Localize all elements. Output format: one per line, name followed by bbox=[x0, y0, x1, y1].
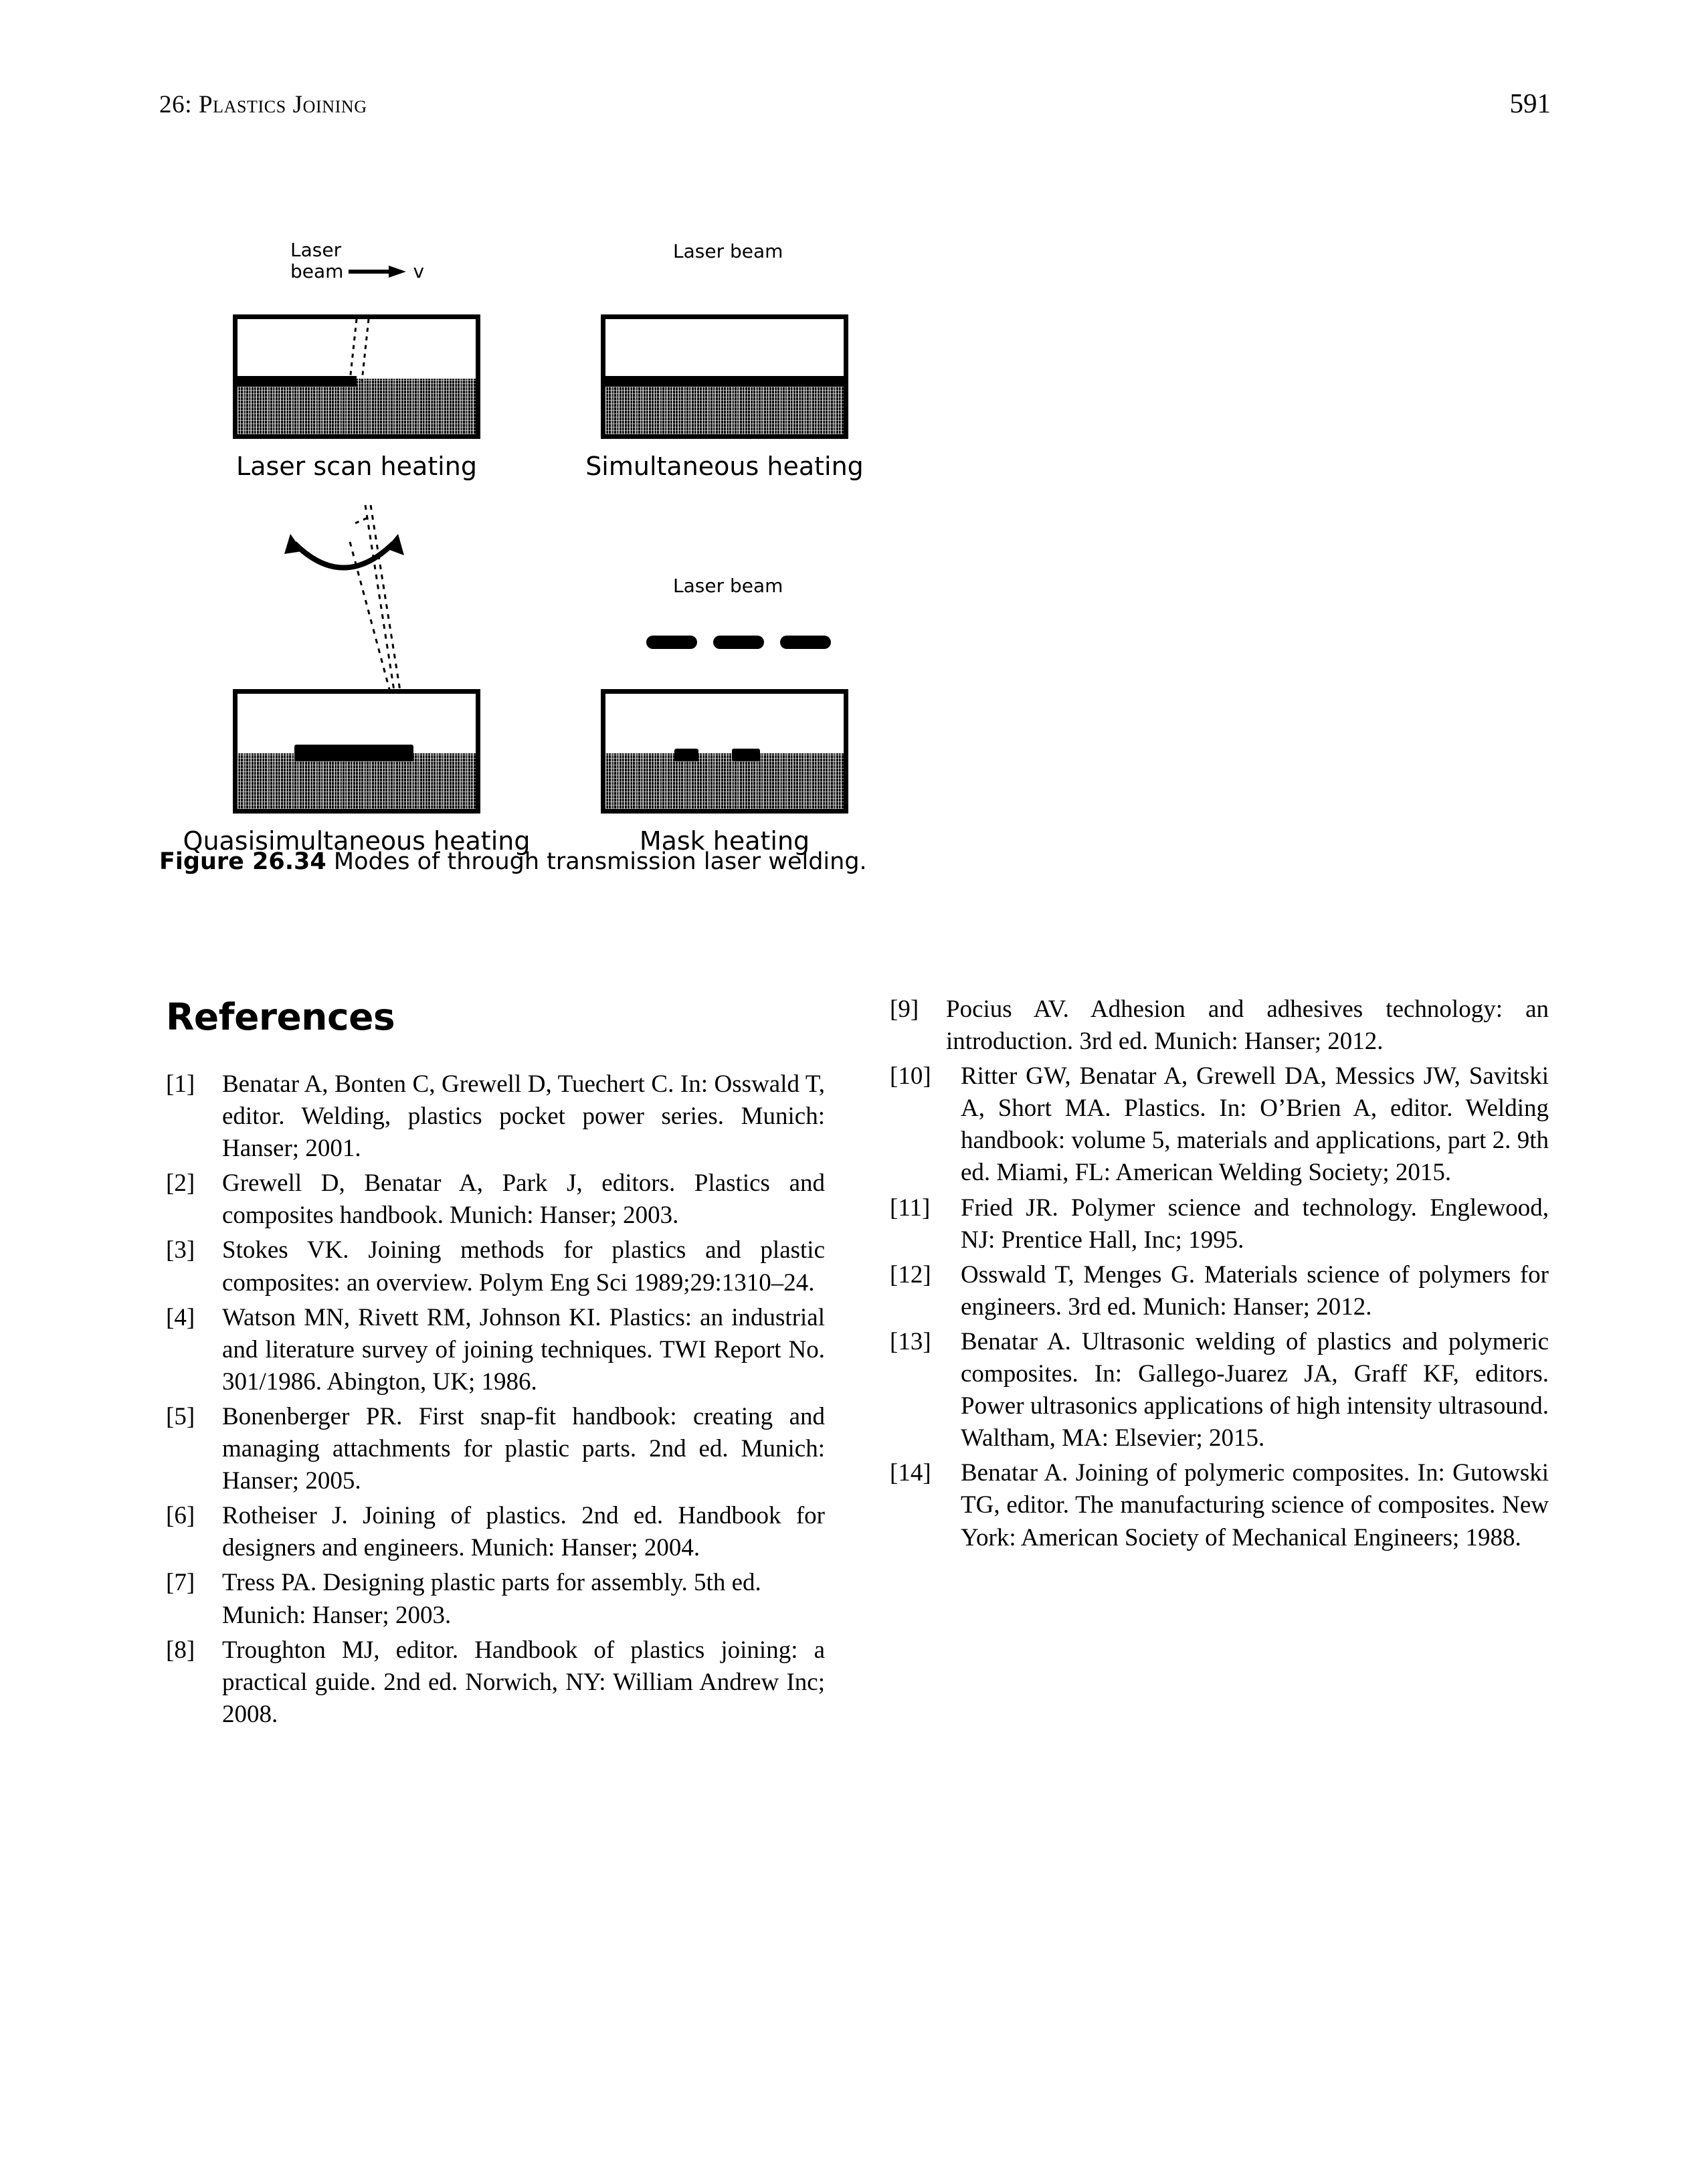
figure-26-34: Laser beam v Laser scan heating Laser be… bbox=[159, 221, 1551, 876]
reference-number: [8] bbox=[166, 1636, 195, 1664]
beam-ray-outer bbox=[364, 504, 397, 700]
reference-number: [4] bbox=[166, 1303, 195, 1331]
weld-spot-1 bbox=[674, 749, 698, 761]
transparent-upper-part-simultaneous bbox=[605, 319, 844, 379]
part-cross-section-simultaneous bbox=[601, 314, 848, 439]
panel-label-simultaneous-heating: Simultaneous heating bbox=[585, 452, 864, 481]
reference-number: [14] bbox=[890, 1459, 931, 1487]
reference-item: [12] Osswald T, Menges G. Materials scie… bbox=[890, 1259, 1549, 1323]
running-head: 26: Plastics Joining 591 bbox=[159, 87, 1551, 124]
reference-text: Benatar A, Bonten C, Grewell D, Tuechert… bbox=[222, 1070, 825, 1163]
reference-number: [6] bbox=[166, 1502, 195, 1530]
mask-bar-1 bbox=[646, 636, 697, 649]
panel-laser-scan-heating: Laser beam v Laser scan heating bbox=[233, 221, 480, 502]
reference-item: [1] Benatar A, Bonten C, Grewell D, Tuec… bbox=[166, 1068, 825, 1165]
running-head-title: 26: Plastics Joining bbox=[159, 90, 367, 119]
reference-text: Rotheiser J. Joining of plastics. 2nd ed… bbox=[222, 1502, 825, 1562]
absorbing-lower-part-quasi bbox=[238, 753, 476, 809]
laser-beam-label-mask: Laser beam bbox=[673, 575, 783, 597]
mask-bar-2 bbox=[713, 636, 764, 649]
reference-item: [3] Stokes VK. Joining methods for plast… bbox=[166, 1234, 825, 1299]
beam-ray-inner bbox=[369, 504, 403, 700]
reference-number: [1] bbox=[166, 1070, 195, 1098]
reference-number: [5] bbox=[166, 1402, 195, 1430]
transparent-upper-part-mask bbox=[605, 694, 844, 754]
reference-text: Grewell D, Benatar A, Park J, editors. P… bbox=[222, 1169, 825, 1230]
reference-text: Pocius AV. Adhesion and adhesives techno… bbox=[946, 995, 1549, 1056]
reference-item: [2] Grewell D, Benatar A, Park J, editor… bbox=[166, 1167, 825, 1232]
references-left-column: [1] Benatar A, Bonten C, Grewell D, Tuec… bbox=[166, 1068, 825, 1733]
page-number: 591 bbox=[1509, 88, 1551, 118]
figure-caption-text: Modes of through transmission laser weld… bbox=[333, 848, 867, 875]
reference-item: [13] Benatar A. Ultrasonic welding of pl… bbox=[890, 1326, 1549, 1454]
reference-item: [8] Troughton MJ, editor. Handbook of pl… bbox=[166, 1634, 825, 1731]
reference-number: [11] bbox=[890, 1194, 931, 1222]
figure-caption: Figure 26.34 Modes of through transmissi… bbox=[159, 848, 1551, 875]
reference-text: Troughton MJ, editor. Handbook of plasti… bbox=[222, 1636, 825, 1728]
velocity-symbol: v bbox=[413, 260, 425, 283]
absorbing-lower-part-simultaneous bbox=[605, 379, 844, 434]
part-cross-section-mask bbox=[601, 689, 848, 814]
reference-text: Watson MN, Rivett RM, Johnson KI. Plasti… bbox=[222, 1303, 825, 1396]
reference-text: Osswald T, Menges G. Materials science o… bbox=[961, 1260, 1549, 1321]
panel-quasisimultaneous-heating: Quasisimultaneous heating bbox=[183, 502, 530, 863]
reference-number: [12] bbox=[890, 1260, 931, 1289]
weld-seam-simultaneous bbox=[605, 376, 844, 387]
references-heading: References bbox=[166, 995, 395, 1038]
beam-ray-swept bbox=[349, 541, 393, 700]
chapter-title: Plastics Joining bbox=[198, 91, 367, 118]
panel-simultaneous-heating: Laser beam Simultaneous heating bbox=[585, 221, 864, 502]
reference-item: [6] Rotheiser J. Joining of plastics. 2n… bbox=[166, 1500, 825, 1564]
reference-text: Ritter GW, Benatar A, Grewell DA, Messic… bbox=[961, 1062, 1549, 1187]
reference-text: Benatar A. Joining of polymeric composit… bbox=[961, 1459, 1549, 1551]
weld-spot-2 bbox=[731, 749, 761, 761]
mirror-tick bbox=[355, 515, 371, 525]
panel-label-laser-scan-heating: Laser scan heating bbox=[236, 452, 477, 481]
reference-item: [9] Pocius AV. Adhesion and adhesives te… bbox=[890, 993, 1549, 1058]
scanning-mirror-diagram bbox=[284, 504, 404, 700]
reference-item: [11] Fried JR. Polymer science and techn… bbox=[890, 1192, 1549, 1256]
references-right-column: [9] Pocius AV. Adhesion and adhesives te… bbox=[890, 993, 1549, 1557]
part-cross-section-scan bbox=[233, 314, 480, 439]
laser-beam-label-scan: Laser beam v bbox=[290, 239, 425, 283]
reference-number: [10] bbox=[890, 1062, 931, 1090]
reference-item: [14] Benatar A. Joining of polymeric com… bbox=[890, 1457, 1549, 1553]
reference-number: [9] bbox=[890, 995, 919, 1023]
panel-mask-heating: Laser beam Mask heating bbox=[601, 502, 848, 863]
reference-number: [13] bbox=[890, 1327, 931, 1355]
laser-beam-label-line1: Laser bbox=[290, 239, 342, 261]
reference-number: [2] bbox=[166, 1169, 195, 1198]
laser-beam-label-line2: beam bbox=[290, 260, 344, 283]
reference-item: [5] Bonenberger PR. First snap-fit handb… bbox=[166, 1401, 825, 1497]
reference-text: Tress PA. Designing plastic parts for as… bbox=[222, 1569, 761, 1629]
reference-number: [7] bbox=[166, 1569, 195, 1597]
reference-text: Stokes VK. Joining methods for plastics … bbox=[222, 1236, 825, 1297]
part-cross-section-quasisimultaneous bbox=[233, 689, 480, 814]
chapter-number: 26: bbox=[159, 91, 193, 118]
reference-text: Fried JR. Polymer science and technology… bbox=[961, 1194, 1549, 1254]
weld-seam-quasisimultaneous bbox=[294, 745, 414, 761]
mask-bar-3 bbox=[780, 636, 831, 649]
dashed-beam-scan bbox=[349, 319, 370, 381]
reference-item: [7] Tress PA. Designing plastic parts fo… bbox=[166, 1567, 825, 1631]
reference-number: [3] bbox=[166, 1236, 195, 1264]
arrow-head-left bbox=[284, 534, 302, 554]
laser-beam-label-simultaneous: Laser beam bbox=[673, 240, 783, 262]
arrow-right-icon bbox=[349, 266, 407, 278]
reference-item: [10] Ritter GW, Benatar A, Grewell DA, M… bbox=[890, 1060, 1549, 1189]
figure-caption-number: Figure 26.34 bbox=[159, 848, 326, 875]
reference-text: Bonenberger PR. First snap-fit handbook:… bbox=[222, 1402, 825, 1495]
absorbing-lower-part-mask bbox=[605, 753, 844, 809]
reference-text: Benatar A. Ultrasonic welding of plastic… bbox=[961, 1327, 1549, 1452]
reference-item: [4] Watson MN, Rivett RM, Johnson KI. Pl… bbox=[166, 1302, 825, 1398]
